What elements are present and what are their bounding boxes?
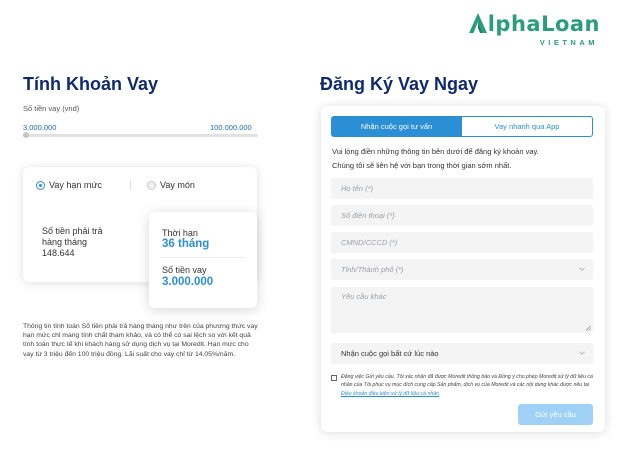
slider-thumb[interactable] [23, 132, 29, 138]
form-intro-line-1: Vui lòng điền những thông tin bên dưới đ… [332, 147, 539, 156]
logo-a-icon [468, 13, 487, 33]
province-select[interactable]: Tỉnh/Thành phố (*) [331, 259, 593, 280]
radio-installment[interactable]: Vay món [147, 180, 195, 190]
loan-amount-slider[interactable] [23, 134, 258, 137]
loan-amount-label: Số tiền vay [162, 265, 207, 275]
phone-field[interactable]: Số điện thoại (*) [331, 205, 593, 226]
radio-label: Vay món [160, 180, 195, 190]
term-value: 36 tháng [162, 238, 210, 250]
name-placeholder: Họ tên (*) [341, 184, 374, 193]
notes-placeholder: Yêu cầu khác [341, 292, 387, 301]
term-label: Thời hạn [162, 228, 198, 238]
monthly-payment-label: Số tiền phải trả hàng tháng [42, 226, 103, 247]
resize-handle-icon[interactable] [585, 325, 591, 331]
province-placeholder: Tỉnh/Thành phố (*) [341, 265, 404, 274]
id-placeholder: CMND/CCCD (*) [341, 238, 398, 247]
consent-terms-link[interactable]: Điều khoản điều kiện xử lý dữ liệu cá nh… [341, 391, 439, 397]
loan-amount-value: 3.000.000 [162, 276, 214, 288]
id-number-field[interactable]: CMND/CCCD (*) [331, 232, 593, 253]
chevron-down-icon [579, 351, 585, 355]
consent-body: Đăng việc Gửi yêu cầu, Tôi xác nhận đã đ… [341, 374, 593, 389]
notes-textarea[interactable]: Yêu cầu khác [331, 287, 593, 333]
radio-credit-limit[interactable]: Vay hạn mức [36, 180, 102, 190]
name-field[interactable]: Họ tên (*) [331, 178, 593, 199]
monthly-payment-value: 148.644 [42, 248, 75, 258]
phone-placeholder: Số điện thoại (*) [341, 211, 395, 220]
range-min: 3.000.000 [23, 123, 57, 132]
logo-wordmark: lphaLoan [468, 12, 600, 36]
consent-text: Đăng việc Gửi yêu cầu, Tôi xác nhận đã đ… [341, 373, 595, 398]
radio-label: Vay hạn mức [49, 180, 102, 190]
calculator-disclaimer: Thông tin tính toán Số tiền phải trả hàn… [23, 323, 258, 358]
alphaloan-logo[interactable]: lphaLoan VIETNAM [450, 12, 600, 48]
call-time-select[interactable]: Nhận cuộc gọi bất cứ lúc nào [331, 343, 593, 364]
form-intro-line-2: Chúng tôi sẽ liên hệ với bạn trong thời … [332, 161, 512, 170]
tab-consult-call[interactable]: Nhận cuộc gọi tư vấn [331, 116, 462, 137]
form-title: Đăng Ký Vay Ngay [320, 74, 479, 94]
radio-unselected-icon [147, 180, 156, 190]
result-card [149, 212, 257, 308]
logo-tagline: VIETNAM [539, 38, 598, 47]
submit-button[interactable]: Gửi yêu cầu [518, 404, 593, 425]
radio-selected-icon [36, 180, 45, 190]
amount-label: Số tiền vay (vnd) [23, 104, 80, 113]
range-max: 100.000.000 [210, 123, 252, 132]
option-divider [130, 180, 131, 190]
calculator-title: Tính Khoản Vay [23, 74, 159, 94]
tab-app-loan[interactable]: Vay nhanh qua App [461, 116, 593, 137]
chevron-down-icon [579, 267, 585, 271]
call-time-value: Nhận cuộc gọi bất cứ lúc nào [341, 349, 439, 358]
consent-checkbox[interactable] [331, 375, 337, 381]
result-divider [160, 257, 246, 258]
